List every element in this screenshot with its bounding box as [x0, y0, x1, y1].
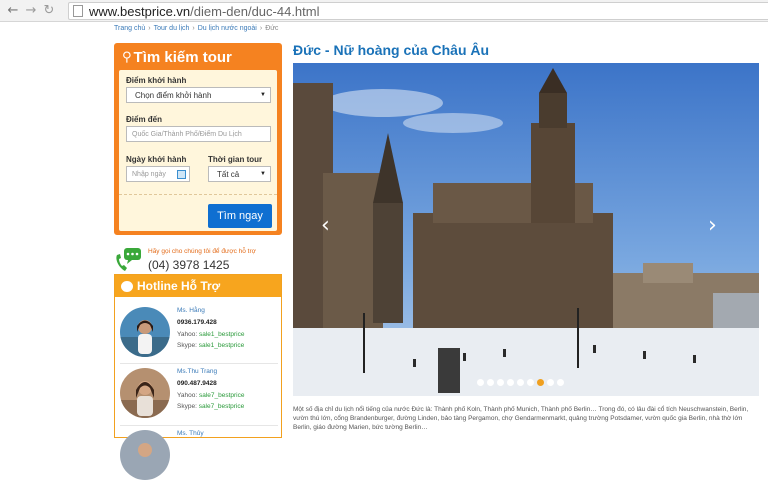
yahoo-label: Yahoo:	[177, 331, 198, 338]
date-label: Ngày khởi hành	[126, 155, 187, 164]
departure-select-value: Chọn điểm khởi hành	[135, 90, 212, 100]
duration-label: Thời gian tour	[208, 155, 263, 164]
agent-name: Ms. Hằng	[177, 307, 205, 314]
skype-label: Skype:	[177, 342, 197, 349]
slide-dot[interactable]	[507, 379, 514, 386]
breadcrumb-current: Đức	[265, 25, 279, 32]
agent-phone: 0936.179.428	[177, 319, 217, 326]
search-button[interactable]: Tìm ngay	[208, 204, 272, 228]
slideshow-image	[293, 63, 759, 396]
agent-divider	[120, 363, 278, 364]
duration-select[interactable]: Tất cả ▼	[208, 166, 271, 182]
chat-bubble-icon	[121, 280, 133, 292]
page-icon	[73, 5, 83, 17]
agent-card: Ms. Thủy	[120, 430, 278, 488]
tour-search-panel: ⚲ Tìm kiếm tour Điểm khởi hành Chọn điểm…	[114, 43, 282, 235]
agent-name: Ms.Thu Trang	[177, 368, 218, 375]
agent-skype: Skype: sale1_bestprice	[177, 342, 244, 349]
agent-divider	[120, 425, 278, 426]
yahoo-link[interactable]: sale7_bestprice	[199, 392, 245, 399]
agent-skype: Skype: sale7_bestprice	[177, 403, 244, 410]
phone-support-icon	[116, 248, 141, 271]
url-text: www.bestprice.vn/diem-den/duc-44.html	[89, 4, 320, 19]
agent-photo	[120, 368, 170, 418]
destination-description: Một số địa chỉ du lịch nổi tiếng của nướ…	[293, 406, 749, 431]
destination-slideshow: ‹ ›	[293, 63, 759, 396]
calendar-icon[interactable]	[177, 170, 186, 179]
search-panel-header: ⚲ Tìm kiếm tour	[116, 45, 280, 69]
skype-link[interactable]: sale7_bestprice	[199, 403, 245, 410]
departure-select[interactable]: Chọn điểm khởi hành ▼	[126, 87, 271, 103]
slide-dot[interactable]	[497, 379, 504, 386]
slide-dot[interactable]	[557, 379, 564, 386]
slide-indicator	[477, 379, 567, 386]
slide-dot[interactable]	[517, 379, 524, 386]
search-form: Điểm khởi hành Chọn điểm khởi hành ▼ Điể…	[119, 70, 277, 231]
hotline-header: Hotline Hỗ Trợ	[115, 275, 281, 297]
browser-toolbar: ← → ↻ www.bestprice.vn/diem-den/duc-44.h…	[0, 0, 768, 22]
hotline-title: Hotline Hỗ Trợ	[137, 279, 221, 293]
url-path: /diem-den/duc-44.html	[190, 3, 320, 19]
support-text: Hãy gọi cho chúng tôi để được hỗ trợ	[148, 248, 256, 255]
breadcrumb: Trang chủ › Tour du lịch › Du lịch nước ngoà…	[114, 25, 278, 32]
hotline-panel: Hotline Hỗ Trợ Ms. Hằng 0936.179.428 Yah…	[114, 274, 282, 480]
breadcrumb-separator: ›	[192, 25, 195, 32]
skype-link[interactable]: sale1_bestprice	[199, 342, 245, 349]
destination-placeholder: Quốc Gia/Thành Phố/Điểm Du Lịch	[132, 130, 242, 138]
duration-select-value: Tất cả	[217, 169, 240, 179]
breadcrumb-separator: ›	[259, 25, 263, 32]
forward-arrow-icon[interactable]: →	[22, 2, 40, 20]
next-slide-arrow-icon[interactable]: ›	[708, 213, 717, 238]
address-bar[interactable]: www.bestprice.vn/diem-den/duc-44.html	[68, 2, 768, 20]
date-placeholder: Nhập ngày	[132, 170, 166, 178]
slide-dot[interactable]	[547, 379, 554, 386]
breadcrumb-home[interactable]: Trang chủ	[114, 25, 145, 32]
agent-yahoo: Yahoo: sale1_bestprice	[177, 331, 244, 338]
agent-yahoo: Yahoo: sale7_bestprice	[177, 392, 244, 399]
destination-input[interactable]: Quốc Gia/Thành Phố/Điểm Du Lịch	[126, 126, 271, 142]
back-arrow-icon[interactable]: ←	[4, 2, 22, 20]
breadcrumb-tours[interactable]: Tour du lịch	[154, 25, 190, 32]
search-panel-title: Tìm kiếm tour	[133, 48, 232, 66]
page-title: Đức - Nữ hoàng của Châu Âu	[293, 42, 490, 58]
breadcrumb-separator: ›	[148, 25, 151, 32]
slide-dot[interactable]	[527, 379, 534, 386]
agent-card: Ms.Thu Trang 090.487.9428 Yahoo: sale7_b…	[120, 368, 278, 426]
search-icon: ⚲	[122, 49, 132, 65]
reload-icon[interactable]: ↻	[40, 2, 58, 20]
url-domain: www.bestprice.vn	[89, 3, 191, 19]
previous-slide-arrow-icon[interactable]: ‹	[321, 213, 330, 238]
dropdown-arrow-icon: ▼	[260, 171, 266, 177]
yahoo-label: Yahoo:	[177, 392, 198, 399]
date-input[interactable]: Nhập ngày	[126, 166, 190, 182]
form-divider	[119, 194, 277, 195]
breadcrumb-international[interactable]: Du lịch nước ngoài	[198, 25, 257, 32]
yahoo-link[interactable]: sale1_bestprice	[199, 331, 245, 338]
dropdown-arrow-icon: ▼	[260, 92, 266, 98]
departure-label: Điểm khởi hành	[126, 76, 187, 85]
slide-dot[interactable]	[537, 379, 544, 386]
agent-name: Ms. Thủy	[177, 430, 204, 437]
slide-dot[interactable]	[477, 379, 484, 386]
agent-phone: 090.487.9428	[177, 380, 217, 387]
slide-dot[interactable]	[487, 379, 494, 386]
agent-photo	[120, 307, 170, 357]
destination-label: Điểm đến	[126, 115, 163, 124]
support-phone[interactable]: (04) 3978 1425	[148, 258, 229, 272]
agent-card: Ms. Hằng 0936.179.428 Yahoo: sale1_bestp…	[120, 307, 278, 365]
skype-label: Skype:	[177, 403, 197, 410]
